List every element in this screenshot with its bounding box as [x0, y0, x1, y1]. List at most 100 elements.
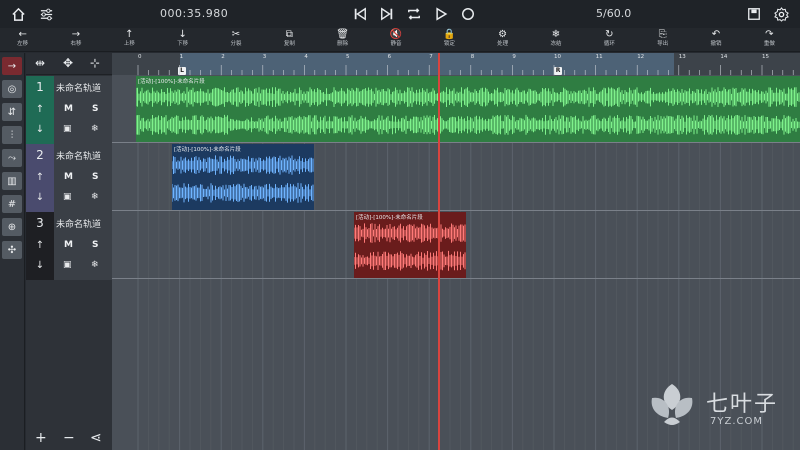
remove-track-icon[interactable]: −: [63, 430, 75, 446]
track-name[interactable]: 未命名轨道: [56, 81, 101, 94]
toolbar-label: 循环: [603, 41, 615, 47]
track-lane-3[interactable]: [活动]-[100%]-未命名片段: [112, 211, 800, 279]
freeze-icon[interactable]: ❄: [91, 192, 99, 202]
home-icon[interactable]: [8, 4, 28, 24]
track-name[interactable]: 未命名轨道: [56, 217, 101, 230]
track-header-2[interactable]: 2 ↑ ↓ 未命名轨道 M S ▣ ❄: [26, 144, 112, 212]
move-down-icon[interactable]: ↓: [26, 124, 54, 135]
play-icon[interactable]: [431, 4, 451, 24]
toolbar-icon: ↻: [605, 29, 614, 40]
track-header-3[interactable]: 3 ↑ ↓ 未命名轨道 M S ▣ ❄: [26, 212, 112, 280]
mute-button[interactable]: M: [64, 240, 73, 250]
settings-icon[interactable]: [771, 4, 791, 24]
toolbar-button-9[interactable]: ⚙ 处理: [483, 29, 523, 51]
toolbar-button-1[interactable]: → 右移: [56, 29, 96, 51]
audio-clip[interactable]: [活动]-[100%]-未命名片段: [136, 76, 800, 142]
toolbar-icon: ←: [18, 29, 27, 40]
move-down-icon[interactable]: ↓: [26, 192, 54, 203]
move-up-icon[interactable]: ↑: [26, 172, 54, 183]
toolbar-icon: ↓: [178, 29, 187, 40]
share-icon[interactable]: ⋖: [90, 430, 102, 446]
skip-end-icon[interactable]: [377, 4, 397, 24]
clip-label: [活动]-[100%]-未命名片段: [174, 147, 241, 153]
toolbar-icon: ↷: [765, 29, 774, 40]
toolbar-button-14[interactable]: ↷ 重做: [749, 29, 789, 51]
mute-button[interactable]: M: [64, 172, 73, 182]
move-down-icon[interactable]: ↓: [26, 260, 54, 271]
playhead[interactable]: [438, 53, 440, 450]
loop-icon[interactable]: [404, 4, 424, 24]
watermark: 七叶子 7YZ.COM: [644, 380, 794, 430]
toolbar-icon: →: [71, 29, 81, 40]
freeze-icon[interactable]: ❄: [91, 124, 99, 134]
freeze-icon[interactable]: ❄: [91, 260, 99, 270]
fit-icon[interactable]: ⊹: [90, 56, 100, 70]
header-tools: ⇹ ✥ ⊹: [26, 53, 112, 75]
toolbar-label: 右移: [70, 41, 82, 47]
toolbar-label: 删除: [337, 41, 349, 47]
audio-clip[interactable]: [活动]-[100%]-未命名片段: [172, 144, 314, 210]
toolbar-label: 左移: [17, 41, 29, 47]
save-icon[interactable]: [744, 4, 764, 24]
add-track-icon[interactable]: +: [35, 430, 47, 446]
split-tool-icon[interactable]: ⫶: [2, 126, 22, 144]
toolbar-icon: 🗑: [336, 29, 349, 40]
track-controls: 未命名轨道 M S ▣ ❄: [54, 144, 112, 212]
toolbar-button-2[interactable]: ↑ 上移: [109, 29, 149, 51]
solo-button[interactable]: S: [92, 104, 98, 114]
track-color-strip: 3 ↑ ↓: [26, 212, 54, 280]
toolbar-icon: ✂: [231, 29, 241, 40]
watermark-title: 七叶子: [706, 392, 779, 417]
track-actions: + − ⋖: [26, 428, 112, 450]
select-tool-arrow-icon[interactable]: →: [2, 57, 22, 75]
skip-start-icon[interactable]: [350, 4, 370, 24]
watermark-subtitle: 7YZ.COM: [710, 416, 763, 427]
toolbar-label: 下移: [177, 41, 189, 47]
fan-tool-icon[interactable]: ✣: [2, 241, 22, 259]
toolbar-label: 分裂: [230, 41, 242, 47]
equalizer-tool-icon[interactable]: ⇵: [2, 103, 22, 121]
save-track-icon[interactable]: ▣: [63, 124, 72, 134]
mic-tool-icon[interactable]: ◎: [2, 80, 22, 98]
leaf-logo-icon: [651, 384, 693, 425]
globe-tool-icon[interactable]: ⊕: [2, 218, 22, 236]
save-track-icon[interactable]: ▣: [63, 192, 72, 202]
toolbar-button-4[interactable]: ✂ 分裂: [216, 29, 256, 51]
mute-button[interactable]: M: [64, 104, 73, 114]
toolbar-button-11[interactable]: ↻ 循环: [589, 29, 629, 51]
track-lane-1[interactable]: [活动]-[100%]-未命名片段: [112, 75, 800, 143]
track-headers: ⇹ ✥ ⊹ 1 ↑ ↓ 未命名轨道 M S ▣ ❄ 2 ↑ ↓ 未命名轨道 M S ▣ ❄ 3 ↑ ↓ 未命名轨道 M S…: [26, 53, 112, 450]
toolbar-button-8[interactable]: 🔒 锁定: [429, 29, 469, 51]
track-header-1[interactable]: 1 ↑ ↓ 未命名轨道 M S ▣ ❄: [26, 76, 112, 144]
toolbar-label: 上移: [123, 41, 135, 47]
move-icon[interactable]: ✥: [63, 56, 73, 70]
move-up-icon[interactable]: ↑: [26, 104, 54, 115]
toolbar-button-3[interactable]: ↓ 下移: [163, 29, 203, 51]
top-bar: 000:35.980 5/60.0: [0, 0, 800, 28]
curve-tool-icon[interactable]: ⤳: [2, 149, 22, 167]
track-name[interactable]: 未命名轨道: [56, 149, 101, 162]
track-number: 3: [36, 216, 44, 230]
toolbar-button-7[interactable]: 🔇 静音: [376, 29, 416, 51]
track-color-strip: 1 ↑ ↓: [26, 76, 54, 144]
expand-horizontal-icon[interactable]: ⇹: [35, 56, 45, 70]
sliders-icon[interactable]: [36, 4, 56, 24]
app-window: 000:35.980 5/60.0 ← 左移 → 右移 ↑ 上移 ↓ 下移 ✂ 分裂 ⧉ 复制 🗑 删除 🔇…: [0, 0, 800, 450]
solo-button[interactable]: S: [92, 240, 98, 250]
record-icon[interactable]: [458, 4, 478, 24]
mixer-tool-icon[interactable]: ▥: [2, 172, 22, 190]
toolbar-button-6[interactable]: 🗑 删除: [323, 29, 363, 51]
toolbar-button-0[interactable]: ← 左移: [3, 29, 43, 51]
toolbar-button-12[interactable]: ⎘ 导出: [643, 29, 683, 51]
solo-button[interactable]: S: [92, 172, 98, 182]
track-lane-2[interactable]: [活动]-[100%]-未命名片段: [112, 143, 800, 211]
audio-clip[interactable]: [活动]-[100%]-未命名片段: [354, 212, 466, 278]
toolbar-button-5[interactable]: ⧉ 复制: [269, 29, 309, 51]
track-number: 2: [36, 148, 44, 162]
move-up-icon[interactable]: ↑: [26, 240, 54, 251]
toolbar-icon: ⚙: [498, 29, 508, 40]
toolbar-button-13[interactable]: ↶ 撤销: [696, 29, 736, 51]
toolbar-button-10[interactable]: ❄ 冻结: [536, 29, 576, 51]
grid-tool-icon[interactable]: #: [2, 195, 22, 213]
save-track-icon[interactable]: ▣: [63, 260, 72, 270]
